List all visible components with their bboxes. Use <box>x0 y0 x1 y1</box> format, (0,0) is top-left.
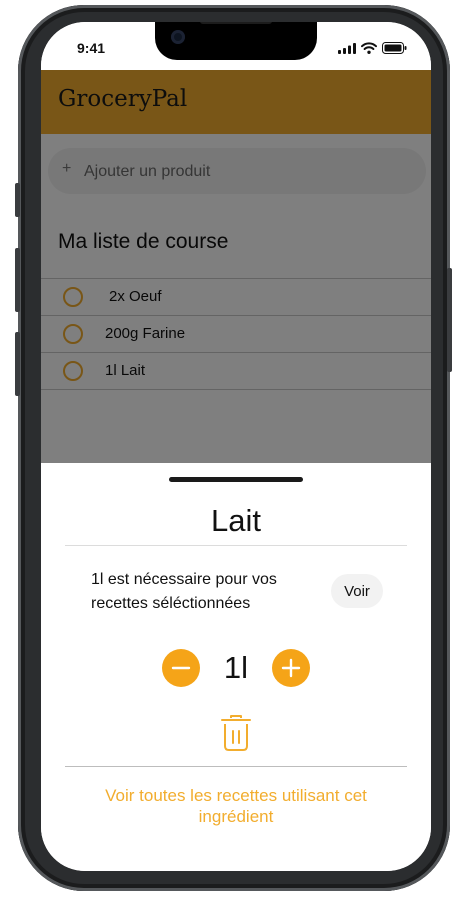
screen: 9:41 GroceryPal <box>41 22 431 871</box>
battery-icon <box>382 42 407 54</box>
mute-switch <box>15 183 20 217</box>
status-bar: 9:41 <box>41 22 431 70</box>
trash-icon[interactable] <box>220 714 252 752</box>
volume-up-button <box>15 248 20 312</box>
volume-down-button <box>15 332 20 396</box>
status-time: 9:41 <box>77 40 106 56</box>
sheet-drag-handle[interactable] <box>169 477 303 482</box>
divider <box>65 545 407 546</box>
minus-icon <box>171 666 191 670</box>
plus-icon <box>281 658 301 678</box>
info-text: 1l est nécessaire pour vos recettes sélé… <box>91 571 277 612</box>
all-recipes-link[interactable]: Voir toutes les recettes utilisant cet i… <box>71 785 401 827</box>
sheet-title: Lait <box>211 503 261 538</box>
wifi-icon <box>361 42 377 54</box>
quantity-value: 1l <box>223 650 249 685</box>
modal-backdrop[interactable] <box>41 70 431 463</box>
divider <box>65 766 407 767</box>
camera-icon <box>171 30 185 44</box>
voir-button[interactable]: Voir <box>331 574 383 608</box>
status-icons <box>338 42 407 54</box>
speaker-grille <box>200 22 272 24</box>
signal-icon <box>338 43 356 54</box>
decrease-button[interactable] <box>162 649 200 687</box>
power-button <box>447 268 452 372</box>
notch <box>155 22 317 60</box>
increase-button[interactable] <box>272 649 310 687</box>
bottom-sheet: Lait 1l est nécessaire pour vos recettes… <box>41 463 431 871</box>
